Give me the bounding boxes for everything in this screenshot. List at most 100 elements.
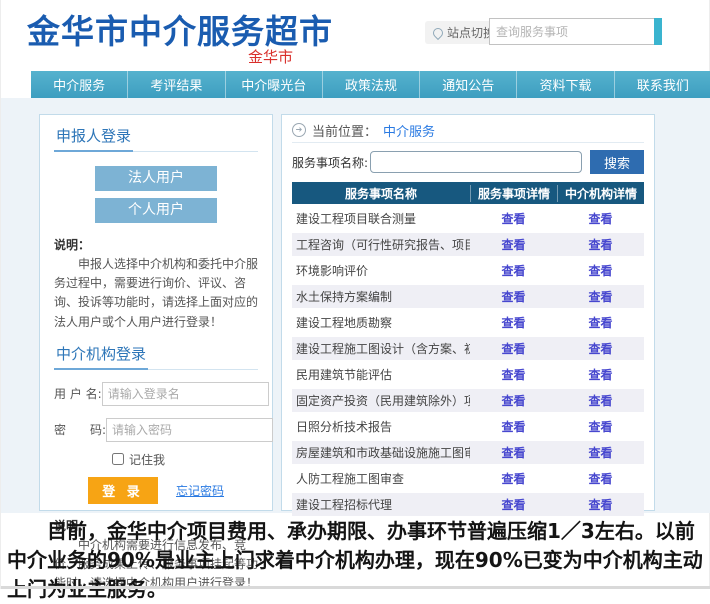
header-search-input[interactable] <box>489 18 654 45</box>
location-pin-icon <box>431 25 445 39</box>
password-input[interactable] <box>106 418 273 442</box>
breadcrumb: ➔ 当前位置： 中介服务 <box>292 123 644 143</box>
table-row: 人防工程施工图审查 查看 查看 <box>292 467 644 490</box>
table-row: 民用建筑节能评估 查看 查看 <box>292 363 644 386</box>
view-agency-detail-link[interactable]: 查看 <box>588 238 612 252</box>
agency-login-title: 中介机构登录 <box>54 343 148 370</box>
nav-item-contact[interactable]: 联系我们 <box>614 71 710 98</box>
nav-item-evaluation-results[interactable]: 考评结果 <box>127 71 224 98</box>
service-search-button[interactable]: 搜索 <box>590 150 644 174</box>
service-name: 水土保持方案编制 <box>292 288 470 305</box>
view-service-detail-link[interactable]: 查看 <box>501 446 525 460</box>
service-search-row: 服务事项名称: 搜索 <box>292 150 644 174</box>
view-agency-detail-link[interactable]: 查看 <box>588 420 612 434</box>
service-name: 建设工程招标代理 <box>292 496 470 513</box>
table-row: 水土保持方案编制 查看 查看 <box>292 285 644 308</box>
service-name: 固定资产投资（民用建筑除外）项目节能评估 <box>292 392 470 409</box>
username-row: 用 户 名: <box>54 382 258 406</box>
view-service-detail-link[interactable]: 查看 <box>501 472 525 486</box>
col-service-detail: 服务事项详情 <box>470 185 557 202</box>
password-label: 密 码: <box>54 421 106 438</box>
applicant-login-title: 申报人登录 <box>54 125 133 152</box>
applicant-note-text: 申报人选择中介机构和委托中介服务过程中，需要进行询价、评议、咨询、投诉等功能时，… <box>54 255 258 332</box>
city-label: 金华市 <box>248 46 293 67</box>
col-agency-detail: 中介机构详情 <box>557 185 644 202</box>
view-agency-detail-link[interactable]: 查看 <box>588 394 612 408</box>
site-switch-label: 站点切换 <box>447 24 495 41</box>
service-search-input[interactable] <box>370 151 582 173</box>
service-name: 建设工程地质勘察 <box>292 314 470 331</box>
remember-me-checkbox[interactable] <box>112 453 124 465</box>
nav-item-policies[interactable]: 政策法规 <box>322 71 419 98</box>
table-row: 房屋建筑和市政基础设施施工图审查 查看 查看 <box>292 441 644 464</box>
view-agency-detail-link[interactable]: 查看 <box>588 290 612 304</box>
login-sidebar: 申报人登录 法人用户 个人用户 说明： 申报人选择中介机构和委托中介服务过程中，… <box>39 114 273 511</box>
service-name: 建设工程项目联合测量 <box>292 210 470 227</box>
service-name: 工程咨询（可行性研究报告、项目申请报告） <box>292 236 470 253</box>
view-agency-detail-link[interactable]: 查看 <box>588 446 612 460</box>
view-service-detail-link[interactable]: 查看 <box>501 238 525 252</box>
breadcrumb-arrow-icon: ➔ <box>292 123 306 137</box>
table-row: 固定资产投资（民用建筑除外）项目节能评估 查看 查看 <box>292 389 644 412</box>
remember-me-label: 记住我 <box>129 451 165 468</box>
service-name: 人防工程施工图审查 <box>292 470 470 487</box>
header-search-button[interactable] <box>654 18 662 45</box>
view-service-detail-link[interactable]: 查看 <box>501 342 525 356</box>
service-name: 日照分析技术报告 <box>292 418 470 435</box>
header-search <box>489 18 662 45</box>
view-agency-detail-link[interactable]: 查看 <box>588 264 612 278</box>
table-row: 建设工程地质勘察 查看 查看 <box>292 311 644 334</box>
view-service-detail-link[interactable]: 查看 <box>501 212 525 226</box>
service-name: 房屋建筑和市政基础设施施工图审查 <box>292 444 470 461</box>
breadcrumb-prefix: 当前位置： <box>312 121 377 140</box>
view-service-detail-link[interactable]: 查看 <box>501 316 525 330</box>
password-row: 密 码: <box>54 418 258 442</box>
view-agency-detail-link[interactable]: 查看 <box>588 212 612 226</box>
view-service-detail-link[interactable]: 查看 <box>501 420 525 434</box>
view-service-detail-link[interactable]: 查看 <box>501 394 525 408</box>
view-service-detail-link[interactable]: 查看 <box>501 290 525 304</box>
service-search-label: 服务事项名称: <box>292 154 368 171</box>
view-service-detail-link[interactable]: 查看 <box>501 498 525 512</box>
nav-item-exposure-platform[interactable]: 中介曝光台 <box>225 71 322 98</box>
table-row: 日照分析技术报告 查看 查看 <box>292 415 644 438</box>
news-caption: 目前，金华中介项目费用、承办期限、办事环节普遍压缩1／3左右。以前中介业务的90… <box>1 514 710 604</box>
agency-login-header: 中介机构登录 <box>54 343 258 370</box>
applicant-note-label: 说明： <box>54 236 258 253</box>
remember-me-row: 记住我 <box>112 451 258 468</box>
legal-user-button[interactable]: 法人用户 <box>95 166 217 191</box>
breadcrumb-current[interactable]: 中介服务 <box>383 121 435 140</box>
table-row: 建设工程项目联合测量 查看 查看 <box>292 207 644 230</box>
nav-item-services[interactable]: 中介服务 <box>31 71 127 98</box>
view-agency-detail-link[interactable]: 查看 <box>588 316 612 330</box>
services-panel: ➔ 当前位置： 中介服务 服务事项名称: 搜索 服务事项名称 服务事项详情 中介… <box>281 114 655 511</box>
username-label: 用 户 名: <box>54 385 102 402</box>
services-table: 服务事项名称 服务事项详情 中介机构详情 建设工程项目联合测量 查看 查看 工程… <box>292 182 644 516</box>
service-name: 民用建筑节能评估 <box>292 366 470 383</box>
service-name: 环境影响评价 <box>292 262 470 279</box>
content-area: 申报人登录 法人用户 个人用户 说明： 申报人选择中介机构和委托中介服务过程中，… <box>1 98 710 513</box>
table-row: 建设工程招标代理 查看 查看 <box>292 493 644 516</box>
view-agency-detail-link[interactable]: 查看 <box>588 472 612 486</box>
login-action-row: 登 录 忘记密码 <box>88 477 258 504</box>
username-input[interactable] <box>102 382 269 406</box>
view-service-detail-link[interactable]: 查看 <box>501 368 525 382</box>
personal-user-button[interactable]: 个人用户 <box>95 198 217 223</box>
col-service-name: 服务事项名称 <box>292 185 470 202</box>
table-row: 建设工程施工图设计（含方案、初步设计） 查看 查看 <box>292 337 644 360</box>
login-button[interactable]: 登 录 <box>88 477 158 504</box>
services-table-header: 服务事项名称 服务事项详情 中介机构详情 <box>292 182 644 204</box>
nav-item-downloads[interactable]: 资料下载 <box>516 71 613 98</box>
view-agency-detail-link[interactable]: 查看 <box>588 342 612 356</box>
forgot-password-link[interactable]: 忘记密码 <box>176 482 224 499</box>
page: 金华市中介服务超市 金华市 站点切换 中介服务 考评结果 中介曝光台 政策法规 … <box>1 0 709 589</box>
view-agency-detail-link[interactable]: 查看 <box>588 368 612 382</box>
services-table-rows: 建设工程项目联合测量 查看 查看 工程咨询（可行性研究报告、项目申请报告） 查看… <box>292 207 644 516</box>
service-name: 建设工程施工图设计（含方案、初步设计） <box>292 340 470 357</box>
table-row: 工程咨询（可行性研究报告、项目申请报告） 查看 查看 <box>292 233 644 256</box>
nav-item-announcements[interactable]: 通知公告 <box>419 71 516 98</box>
main-nav: 中介服务 考评结果 中介曝光台 政策法规 通知公告 资料下载 联系我们 <box>31 71 710 98</box>
view-agency-detail-link[interactable]: 查看 <box>588 498 612 512</box>
view-service-detail-link[interactable]: 查看 <box>501 264 525 278</box>
applicant-login-header: 申报人登录 <box>54 125 258 152</box>
